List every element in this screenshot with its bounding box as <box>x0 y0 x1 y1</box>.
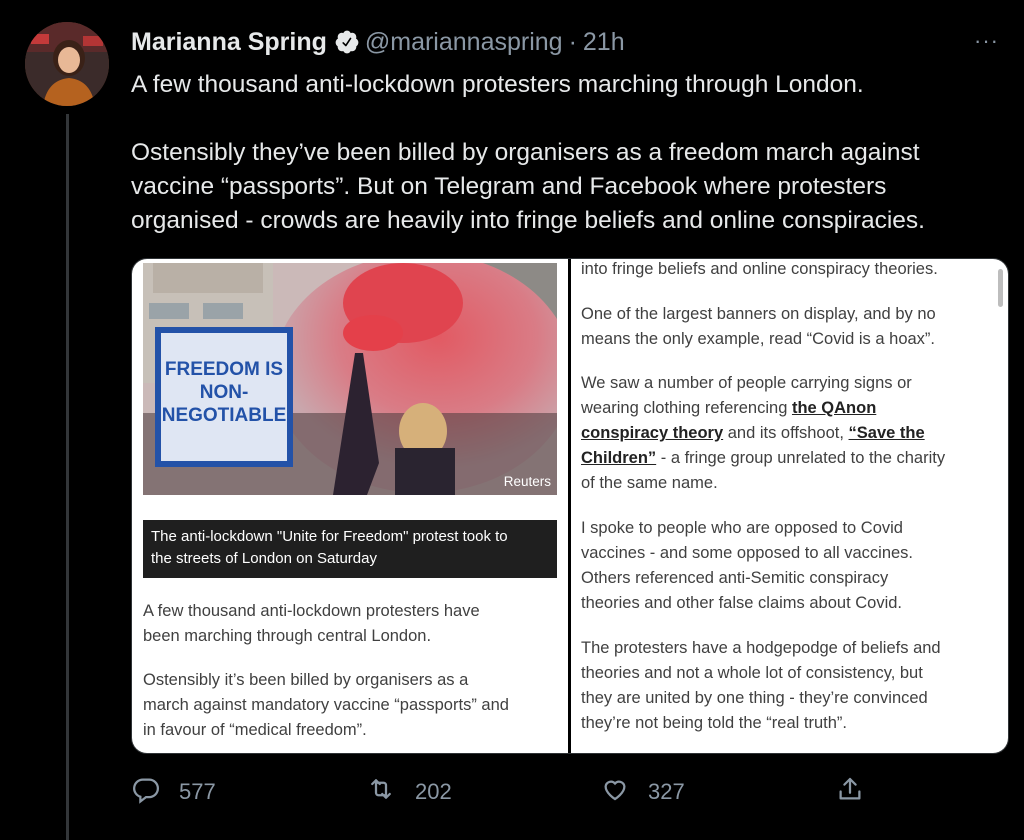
article-paragraph: We saw a number of people carrying signs… <box>581 371 1001 496</box>
article-line: conspiracy theory and its offshoot, “Sav… <box>581 421 1001 446</box>
retweet-count: 202 <box>415 779 452 804</box>
article-line: they are united by one thing - they’re c… <box>581 689 928 707</box>
reply-button[interactable]: 577 <box>131 772 216 812</box>
article-line: We saw a number of people carrying signs… <box>581 374 912 392</box>
retweet-button[interactable]: 202 <box>365 772 452 812</box>
article-line: they’re not being told the “real truth”. <box>581 714 847 732</box>
photo-caption: The anti-lockdown "Unite for Freedom" pr… <box>143 520 557 578</box>
sign-text-line: FREEDOM IS <box>165 359 283 380</box>
article-line: One of the largest banners on display, a… <box>581 305 936 323</box>
tweet-line: vaccine “passports”. But on Telegram and… <box>131 173 887 200</box>
save-the-children-link: “Save the <box>848 424 925 442</box>
article-line: Others referenced anti-Semitic conspirac… <box>581 569 889 587</box>
sign-text-line: NON- <box>200 382 249 403</box>
timestamp[interactable]: 21h <box>583 28 625 57</box>
retweet-icon <box>365 774 397 810</box>
share-icon <box>835 774 865 810</box>
more-options-icon[interactable]: ··· <box>974 30 1008 52</box>
article-line: I spoke to people who are opposed to Cov… <box>581 519 903 537</box>
sign-text-line: NEGOTIABLE <box>162 405 287 426</box>
article-line: into fringe beliefs and online conspirac… <box>581 260 938 278</box>
tweet-line: Ostensibly they’ve been billed by organi… <box>131 139 920 166</box>
share-button[interactable] <box>835 772 865 812</box>
like-count: 327 <box>648 779 685 804</box>
author-name[interactable]: Marianna Spring <box>131 28 327 57</box>
media-gallery[interactable]: FREEDOM IS NON- NEGOTIABLE Reuters The a… <box>131 258 1009 754</box>
tweet-line: A few thousand anti-lockdown protesters … <box>131 71 864 98</box>
like-button[interactable]: 327 <box>600 772 685 812</box>
article-paragraph: One of the largest banners on display, a… <box>581 302 1001 352</box>
tweet-header: Marianna Spring @mariannaspring · 21h <box>131 26 625 58</box>
article-line: in favour of “medical freedom”. <box>143 721 367 739</box>
caption-line: The anti-lockdown "Unite for Freedom" pr… <box>151 528 508 545</box>
article-line: means the only example, read “Covid is a… <box>581 330 936 348</box>
like-icon <box>600 774 630 810</box>
reply-icon <box>131 774 161 810</box>
save-the-children-link: Children” <box>581 449 657 467</box>
media-image-right[interactable]: into fringe beliefs and online conspirac… <box>571 259 1008 753</box>
article-line: theories and not a whole lot of consiste… <box>581 664 923 682</box>
tweet-text: A few thousand anti-lockdown protesters … <box>131 68 1011 238</box>
article-paragraph: A few thousand anti-lockdown protesters … <box>143 599 563 649</box>
photo-credit: Reuters <box>503 474 551 489</box>
article-paragraph: The protesters have a hodgepodge of beli… <box>581 636 1001 736</box>
avatar[interactable] <box>25 22 109 106</box>
article-line: wearing clothing referencing the QAnon <box>581 396 1001 421</box>
caption-line: the streets of London on Saturday <box>151 550 377 567</box>
media-image-left[interactable]: FREEDOM IS NON- NEGOTIABLE Reuters The a… <box>132 259 568 753</box>
article-line: been marching through central London. <box>143 627 432 645</box>
article-paragraph: I spoke to people who are opposed to Cov… <box>581 516 1001 616</box>
author-handle[interactable]: @mariannaspring <box>365 28 563 57</box>
article-line: Ostensibly it’s been billed by organiser… <box>143 671 469 689</box>
tweet-line: organised - crowds are heavily into frin… <box>131 207 925 234</box>
article-text: - a fringe group unrelated to the charit… <box>656 449 946 467</box>
article-line: A few thousand anti-lockdown protesters … <box>143 602 480 620</box>
protest-photo: FREEDOM IS NON- NEGOTIABLE Reuters <box>143 263 557 495</box>
reply-count: 577 <box>179 779 216 804</box>
article-line: The protesters have a hodgepodge of beli… <box>581 639 941 657</box>
article-line: of the same name. <box>581 474 718 492</box>
article-line: theories and other false claims about Co… <box>581 594 903 612</box>
article-line: march against mandatory vaccine “passpor… <box>143 696 509 714</box>
qanon-link: conspiracy theory <box>581 424 724 442</box>
article-text: wearing clothing referencing <box>581 399 792 417</box>
thread-line <box>66 114 69 840</box>
tweet-actions: 577 202 327 <box>131 772 1011 812</box>
article-text: and its offshoot, <box>723 424 849 442</box>
article-paragraph: into fringe beliefs and online conspirac… <box>581 259 1001 282</box>
verified-badge-icon <box>334 29 360 55</box>
separator-dot: · <box>568 27 577 56</box>
article-paragraph: Ostensibly it’s been billed by organiser… <box>143 668 563 743</box>
qanon-link: the QAnon <box>791 399 877 417</box>
article-line: vaccines - and some opposed to all vacci… <box>581 544 914 562</box>
article-line: Children” - a fringe group unrelated to … <box>581 446 1001 471</box>
